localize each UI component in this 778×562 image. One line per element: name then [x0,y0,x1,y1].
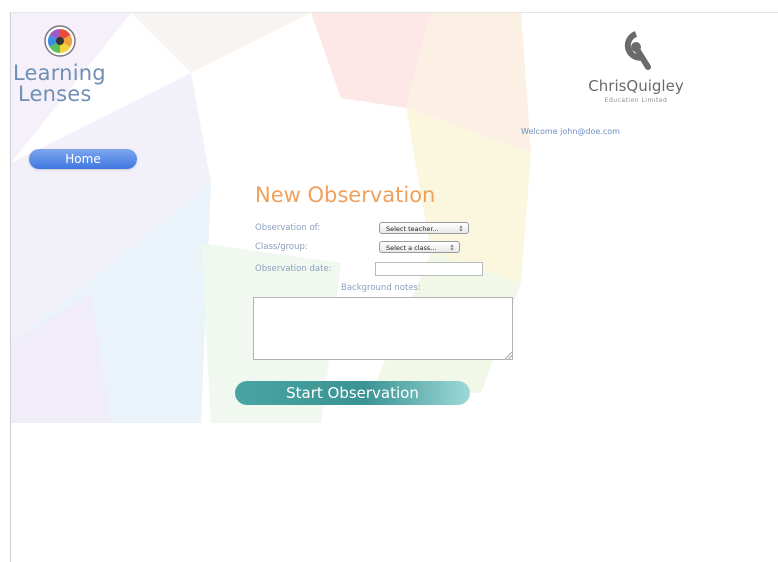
welcome-message: Welcome john@doe.com [521,127,620,136]
app-window: Learning Lenses ChrisQuigley Education L… [10,12,778,562]
background-notes-label: Background notes: [341,283,421,293]
class-select-value: Select a class... [386,244,437,252]
company-logo: ChrisQuigley Education Limited [566,31,706,121]
observation-of-label: Observation of: [255,223,321,233]
home-button[interactable]: Home [29,149,137,169]
aperture-icon [44,25,76,57]
page-title: New Observation [255,183,436,207]
teacher-select[interactable]: Select teacher... ↕ [379,222,469,234]
teacher-select-value: Select teacher... [386,225,439,233]
background-notes-textarea[interactable] [253,297,513,360]
resize-grip-icon[interactable] [505,352,512,359]
chevron-updown-icon: ↕ [449,244,455,252]
class-select[interactable]: Select a class... ↕ [379,241,460,253]
company-name: ChrisQuigley [588,77,684,95]
q-logo-icon [624,31,651,70]
company-subtitle: Education Limited [604,97,668,104]
class-group-label: Class/group: [255,242,308,252]
start-observation-button[interactable]: Start Observation [235,381,470,405]
observation-date-label: Observation date: [255,264,332,274]
chevron-updown-icon: ↕ [458,225,464,233]
observation-date-input[interactable] [375,262,483,276]
logo-text-line2: Lenses [18,82,92,106]
logo-text-line1: Learning [13,61,106,85]
